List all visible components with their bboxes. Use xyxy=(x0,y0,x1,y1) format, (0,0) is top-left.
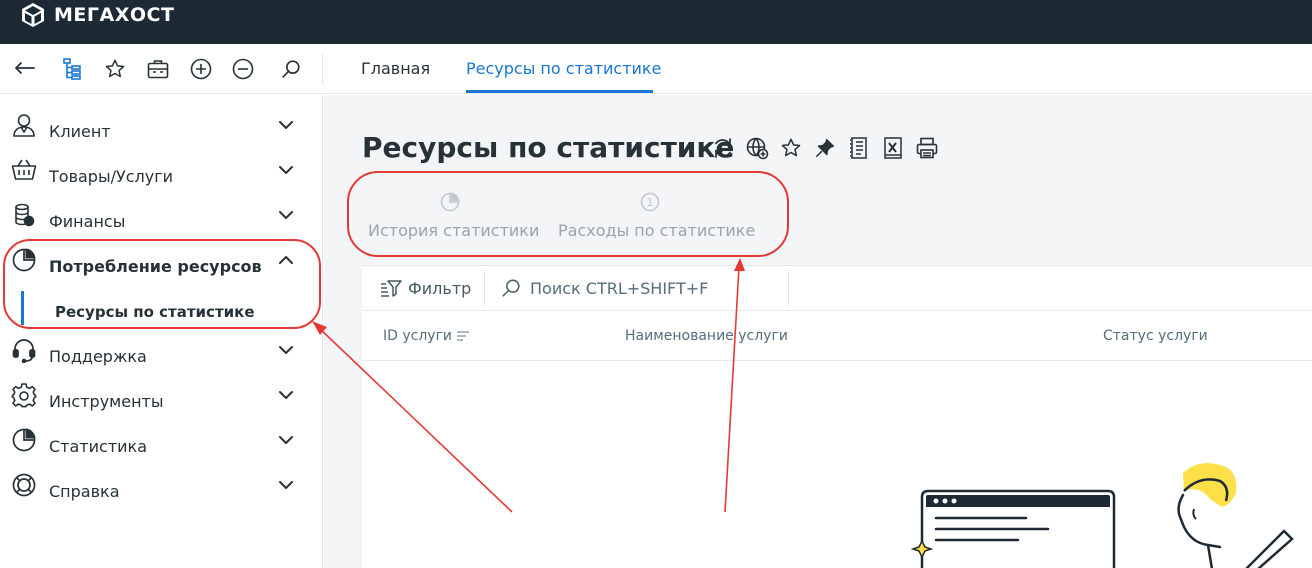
sidebar: Клиент Товары/Услуги Финансы Потребление… xyxy=(0,95,323,568)
chevron-up-icon xyxy=(279,256,293,264)
numbered-circle-icon: 1 xyxy=(640,192,660,212)
table-header-row: ID услуги Наименование услуги Статус усл… xyxy=(362,311,1312,361)
sidebar-item-client[interactable]: Клиент xyxy=(0,102,323,147)
sidebar-item-label: Потребление ресурсов xyxy=(49,257,262,276)
sidebar-item-label: Справка xyxy=(49,482,120,501)
sub-tab-statistics-expenses[interactable]: 1 Расходы по статистике xyxy=(558,187,755,247)
pie-chart-icon xyxy=(11,427,37,453)
plus-circle-icon[interactable] xyxy=(189,57,213,81)
gear-icon xyxy=(11,382,37,408)
search-icon[interactable] xyxy=(279,57,303,81)
data-panel: Фильтр ID услуги Наименование услуги Ста… xyxy=(362,265,1312,568)
column-header-service-name[interactable]: Наименование услуги xyxy=(625,328,788,344)
sidebar-item-tools[interactable]: Инструменты xyxy=(0,372,323,417)
lifebuoy-icon xyxy=(11,472,37,498)
toolbar: Главная Ресурсы по статистике xyxy=(0,44,1312,94)
pin-icon[interactable] xyxy=(812,135,838,161)
headset-icon xyxy=(11,337,37,363)
sidebar-item-resource-consumption[interactable]: Потребление ресурсов xyxy=(0,237,323,282)
search-input[interactable] xyxy=(530,278,770,298)
filter-button[interactable]: Фильтр xyxy=(380,278,471,298)
sub-tab-label: Расходы по статистике xyxy=(558,221,756,240)
sidebar-item-goods-services[interactable]: Товары/Услуги xyxy=(0,147,323,192)
briefcase-icon[interactable] xyxy=(146,57,170,81)
page-title: Ресурсы по статистике xyxy=(362,131,735,164)
chevron-down-icon xyxy=(279,391,293,399)
title-actions xyxy=(710,135,940,161)
column-header-service-id[interactable]: ID услуги xyxy=(383,328,470,344)
excel-icon[interactable] xyxy=(880,135,906,161)
sidebar-item-label: Финансы xyxy=(49,212,126,231)
chevron-down-icon xyxy=(279,481,293,489)
list-icon[interactable] xyxy=(846,135,872,161)
sub-tab-statistics-history[interactable]: История статистики xyxy=(368,187,540,247)
print-icon[interactable] xyxy=(914,135,940,161)
brand-name: МЕГАХОСТ xyxy=(54,4,175,26)
sidebar-item-finance[interactable]: Финансы xyxy=(0,192,323,237)
filter-label: Фильтр xyxy=(408,278,472,298)
chevron-down-icon xyxy=(279,121,293,129)
coins-icon xyxy=(11,202,37,228)
pie-chart-icon xyxy=(11,247,37,273)
back-arrow-icon[interactable] xyxy=(13,57,37,81)
sidebar-item-statistics[interactable]: Статистика xyxy=(0,417,323,462)
sidebar-item-label: Поддержка xyxy=(49,347,147,366)
sidebar-subitem-resources-statistics[interactable]: Ресурсы по статистике xyxy=(0,291,323,331)
sidebar-item-label: Товары/Услуги xyxy=(49,167,174,186)
cube-logo-icon xyxy=(22,3,44,27)
numbered-circle-text: 1 xyxy=(647,196,654,209)
search-separator xyxy=(788,270,789,306)
minus-circle-icon[interactable] xyxy=(231,57,255,81)
toolbar-separator xyxy=(322,54,323,84)
search-box xyxy=(500,274,780,302)
empty-state-illustration xyxy=(910,463,1294,568)
tree-icon[interactable] xyxy=(61,57,85,81)
active-tab-underline xyxy=(466,90,653,93)
column-header-service-status[interactable]: Статус услуги xyxy=(1103,328,1208,344)
refresh-icon[interactable] xyxy=(710,135,736,161)
sort-icon xyxy=(457,331,470,341)
globe-icon[interactable] xyxy=(744,135,770,161)
main-content: Ресурсы по статистике История статистики xyxy=(324,95,1312,568)
chevron-down-icon xyxy=(279,346,293,354)
filter-icon xyxy=(381,280,402,297)
tab-home[interactable]: Главная xyxy=(361,59,430,78)
chevron-down-icon xyxy=(279,211,293,219)
star-icon[interactable] xyxy=(103,57,127,81)
tab-resources-statistics[interactable]: Ресурсы по статистике xyxy=(466,59,661,78)
logo[interactable]: МЕГАХОСТ xyxy=(20,2,174,28)
sidebar-item-label: Клиент xyxy=(49,122,111,141)
sidebar-subitem-label: Ресурсы по статистике xyxy=(55,303,255,321)
sidebar-item-support[interactable]: Поддержка xyxy=(0,327,323,372)
pie-chart-icon xyxy=(440,192,460,212)
top-bar: МЕГАХОСТ xyxy=(0,0,1312,44)
filter-row: Фильтр xyxy=(362,266,1312,311)
cart-icon xyxy=(11,157,37,183)
search-icon xyxy=(502,279,520,297)
sidebar-item-label: Инструменты xyxy=(49,392,164,411)
chevron-down-icon xyxy=(279,436,293,444)
filter-separator xyxy=(484,270,485,306)
user-icon xyxy=(11,112,37,138)
active-indicator xyxy=(21,291,24,325)
sidebar-item-help[interactable]: Справка xyxy=(0,462,323,507)
sidebar-item-label: Статистика xyxy=(49,437,147,456)
sub-tab-label: История статистики xyxy=(368,221,540,240)
star-icon[interactable] xyxy=(778,135,804,161)
chevron-down-icon xyxy=(279,166,293,174)
